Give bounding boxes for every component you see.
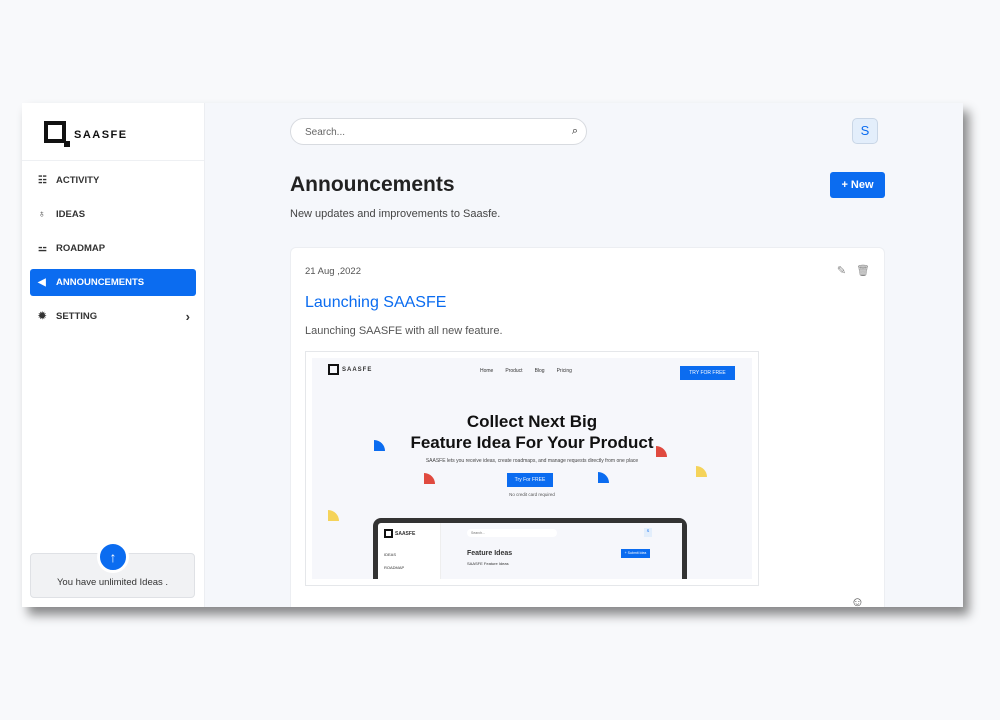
sidebar: SAASFE ☷ ACTIVITY ♁ IDEAS ⚍ ROADMAP ◀ ANNOUN… <box>22 103 205 607</box>
sidebar-item-activity[interactable]: ☷ ACTIVITY <box>30 167 196 194</box>
new-announcement-button[interactable]: + New <box>830 172 885 198</box>
trash-icon[interactable]: 🗑 <box>856 264 870 277</box>
plan-limit-box: ↑ You have unlimited Ideas . <box>30 541 195 598</box>
logo[interactable]: SAASFE <box>22 103 204 161</box>
sidebar-item-announcements[interactable]: ◀ ANNOUNCEMENTS <box>30 269 196 296</box>
megaphone-icon: ◀ <box>38 277 46 288</box>
page-subtitle: New updates and improvements to Saasfe. <box>290 208 501 220</box>
list-icon: ☷ <box>38 175 47 186</box>
page-title: Announcements <box>290 173 455 196</box>
plus-icon: + <box>841 179 851 191</box>
announcement-image: SAASFE Home Product Blog Pricing TRY FOR FR… <box>305 351 759 586</box>
sidebar-item-ideas[interactable]: ♁ IDEAS <box>30 201 196 228</box>
avatar[interactable]: S <box>852 118 878 144</box>
sidebar-item-roadmap[interactable]: ⚍ ROADMAP <box>30 235 196 262</box>
announcement-card: 21 Aug ,2022 ✎ 🗑 Launching SAASFE Launchi… <box>290 247 885 607</box>
announcement-date: 21 Aug ,2022 <box>305 266 361 277</box>
announcement-title[interactable]: Launching SAASFE <box>305 294 446 312</box>
search-icon[interactable]: ⌕ <box>572 125 578 138</box>
sidebar-item-setting[interactable]: ✹ SETTING › <box>30 303 196 330</box>
gear-icon: ✹ <box>38 311 47 322</box>
signpost-icon: ⚍ <box>38 243 47 254</box>
lightbulb-icon: ♁ <box>38 209 46 220</box>
edit-icon[interactable]: ✎ <box>837 264 846 277</box>
app-window: SAASFE ☷ ACTIVITY ♁ IDEAS ⚍ ROADMAP ◀ ANNOUN… <box>22 103 963 607</box>
search-input[interactable]: Search... ⌕ <box>290 118 587 145</box>
reaction-smiley-icon[interactable]: ☺ <box>851 594 864 607</box>
announcement-description: Launching SAASFE with all new feature. <box>305 325 503 337</box>
chevron-right-icon: › <box>185 309 190 324</box>
arrow-up-circle-icon[interactable]: ↑ <box>97 541 129 573</box>
